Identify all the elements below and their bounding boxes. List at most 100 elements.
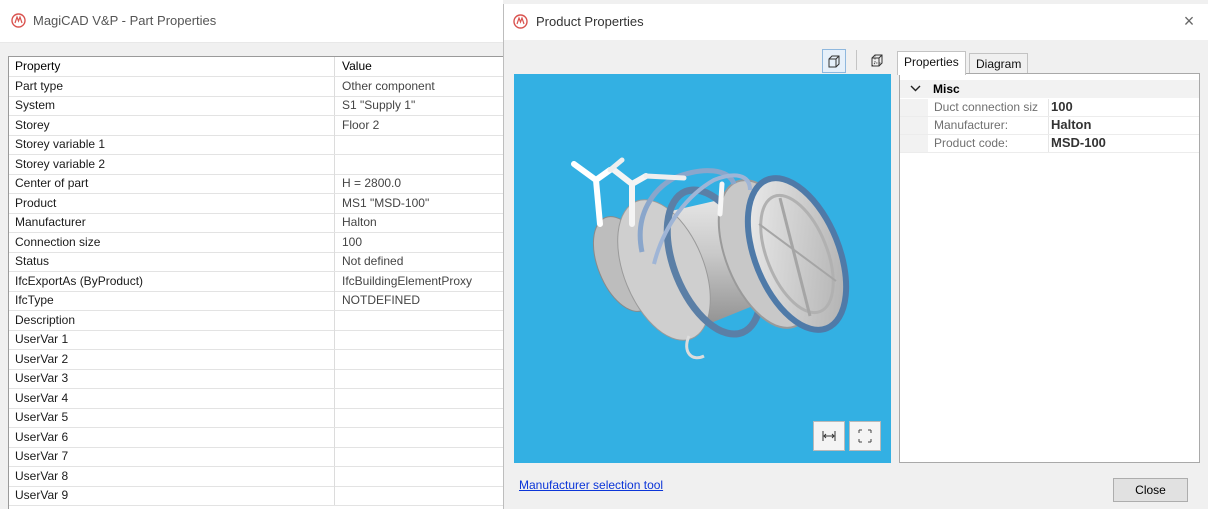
grid-row[interactable]: UserVar 2 bbox=[9, 349, 505, 370]
column-divider bbox=[334, 213, 335, 232]
column-divider bbox=[334, 388, 335, 408]
property-value-cell[interactable] bbox=[342, 389, 505, 408]
close-icon[interactable]: × bbox=[1178, 10, 1200, 32]
property-value-cell[interactable]: Halton bbox=[342, 213, 505, 232]
property-row[interactable]: Duct connection siz 100 bbox=[900, 99, 1199, 117]
property-value-cell[interactable] bbox=[342, 408, 505, 427]
column-divider bbox=[334, 486, 335, 505]
manufacturer-selection-link[interactable]: Manufacturer selection tool bbox=[519, 478, 663, 492]
grid-row[interactable]: UserVar 5 bbox=[9, 408, 505, 428]
property-value-cell[interactable]: Floor 2 bbox=[342, 116, 505, 135]
property-name-cell: Storey bbox=[15, 117, 50, 132]
property-value-cell[interactable] bbox=[342, 369, 505, 388]
solid-view-button[interactable] bbox=[822, 49, 846, 73]
property-name-cell: Part type bbox=[15, 78, 64, 93]
property-name-cell: UserVar 1 bbox=[15, 332, 69, 346]
wireframe-view-button[interactable] bbox=[866, 49, 888, 71]
property-row[interactable]: Manufacturer: Halton bbox=[900, 117, 1199, 135]
property-name-cell: IfcType bbox=[15, 293, 54, 307]
column-header-value[interactable]: Value bbox=[342, 57, 505, 76]
chevron-down-icon[interactable] bbox=[910, 81, 921, 98]
column-divider bbox=[334, 115, 335, 135]
grid-row[interactable]: IfcType NOTDEFINED bbox=[9, 291, 505, 311]
property-value-cell[interactable] bbox=[342, 428, 505, 447]
column-divider bbox=[334, 135, 335, 154]
fit-width-button[interactable] bbox=[813, 421, 845, 451]
tab-diagram[interactable]: Diagram bbox=[969, 53, 1029, 74]
tab-properties[interactable]: Properties bbox=[897, 51, 966, 75]
damper-3d-model bbox=[571, 157, 850, 360]
column-divider bbox=[334, 291, 335, 310]
property-value-cell[interactable]: IfcBuildingElementProxy bbox=[342, 272, 505, 291]
property-value-cell[interactable]: Not defined bbox=[342, 252, 505, 271]
property-name-cell: Product bbox=[15, 195, 57, 210]
property-value-cell[interactable]: H = 2800.0 bbox=[342, 174, 505, 193]
property-value-cell[interactable] bbox=[342, 330, 505, 349]
grid-row[interactable]: UserVar 8 bbox=[9, 466, 505, 487]
grid-row[interactable]: Description bbox=[9, 310, 505, 331]
property-value-cell[interactable]: MS1 "MSD-100" bbox=[342, 194, 505, 213]
grid-row[interactable]: Center of part H = 2800.0 bbox=[9, 174, 505, 194]
product-3d-viewer[interactable] bbox=[514, 74, 891, 463]
property-value-cell[interactable]: S1 "Supply 1" bbox=[342, 96, 505, 115]
column-divider bbox=[334, 369, 335, 388]
column-header-property[interactable]: Property bbox=[15, 57, 333, 76]
property-value: Halton bbox=[1051, 117, 1092, 132]
property-name-cell: Status bbox=[15, 254, 50, 268]
grid-row[interactable]: UserVar 4 bbox=[9, 388, 505, 409]
grid-row[interactable]: Product MS1 "MSD-100" bbox=[9, 193, 505, 214]
grid-row[interactable]: UserVar 6 bbox=[9, 427, 505, 448]
grid-row[interactable]: Manufacturer Halton bbox=[9, 213, 505, 233]
grid-header-row: Property Value bbox=[9, 57, 505, 77]
part-properties-titlebar[interactable]: MagiCAD V&P - Part Properties bbox=[0, 0, 505, 43]
property-value-cell[interactable] bbox=[342, 486, 505, 505]
column-divider bbox=[334, 96, 335, 115]
property-grid[interactable]: Misc Duct connection siz 100 Manufacture… bbox=[899, 73, 1200, 463]
property-value-cell[interactable] bbox=[342, 447, 505, 466]
grid-row[interactable]: UserVar 3 bbox=[9, 369, 505, 389]
property-name-cell: UserVar 7 bbox=[15, 449, 69, 463]
column-divider bbox=[334, 193, 335, 213]
column-divider bbox=[334, 427, 335, 447]
property-value: 100 bbox=[1051, 99, 1073, 114]
part-properties-grid[interactable]: Property Value Part type Other component S… bbox=[8, 56, 505, 509]
property-value-cell[interactable] bbox=[342, 467, 505, 486]
grid-row[interactable]: IfcExportAs (ByProduct) IfcBuildingElemen… bbox=[9, 271, 505, 292]
fullscreen-icon bbox=[858, 429, 872, 443]
grid-row[interactable]: UserVar 9 bbox=[9, 486, 505, 506]
grid-row[interactable]: Part type Other component bbox=[9, 76, 505, 97]
grid-row[interactable]: System S1 "Supply 1" bbox=[9, 96, 505, 116]
property-value-cell[interactable] bbox=[342, 350, 505, 369]
fullscreen-button[interactable] bbox=[849, 421, 881, 451]
property-name-cell: Manufacturer bbox=[15, 215, 86, 229]
category-misc[interactable]: Misc bbox=[900, 80, 1199, 98]
grid-row[interactable]: Storey Floor 2 bbox=[9, 115, 505, 136]
grid-row[interactable]: UserVar 1 bbox=[9, 330, 505, 350]
column-divider bbox=[334, 232, 335, 252]
wireframe-view-icon bbox=[871, 54, 883, 67]
column-divider bbox=[334, 310, 335, 330]
close-button[interactable]: Close bbox=[1113, 478, 1188, 502]
category-label: Misc bbox=[933, 82, 960, 96]
grid-row[interactable]: Storey variable 1 bbox=[9, 135, 505, 155]
property-value-cell[interactable]: Other component bbox=[342, 77, 505, 96]
property-row[interactable]: Product code: MSD-100 bbox=[900, 135, 1199, 153]
fit-width-icon bbox=[822, 431, 836, 441]
property-key: Duct connection siz bbox=[934, 100, 1039, 114]
property-value-cell[interactable]: NOTDEFINED bbox=[342, 291, 505, 310]
property-value-cell[interactable]: 100 bbox=[342, 233, 505, 252]
property-value-cell[interactable] bbox=[342, 311, 505, 330]
property-value-cell[interactable] bbox=[342, 135, 505, 154]
product-properties-titlebar[interactable]: Product Properties × bbox=[504, 4, 1208, 40]
grid-row[interactable]: Status Not defined bbox=[9, 252, 505, 272]
property-name-cell: Center of part bbox=[15, 176, 89, 190]
part-properties-window: MagiCAD V&P - Part Properties Property V… bbox=[0, 0, 505, 509]
column-divider bbox=[334, 330, 335, 349]
column-divider bbox=[334, 271, 335, 291]
grid-row[interactable]: Storey variable 2 bbox=[9, 154, 505, 175]
grid-row[interactable]: UserVar 7 bbox=[9, 447, 505, 467]
property-value-cell[interactable] bbox=[342, 155, 505, 174]
property-name-cell: UserVar 6 bbox=[15, 429, 69, 444]
grid-row[interactable]: Connection size 100 bbox=[9, 232, 505, 253]
property-name-cell: UserVar 3 bbox=[15, 371, 69, 385]
